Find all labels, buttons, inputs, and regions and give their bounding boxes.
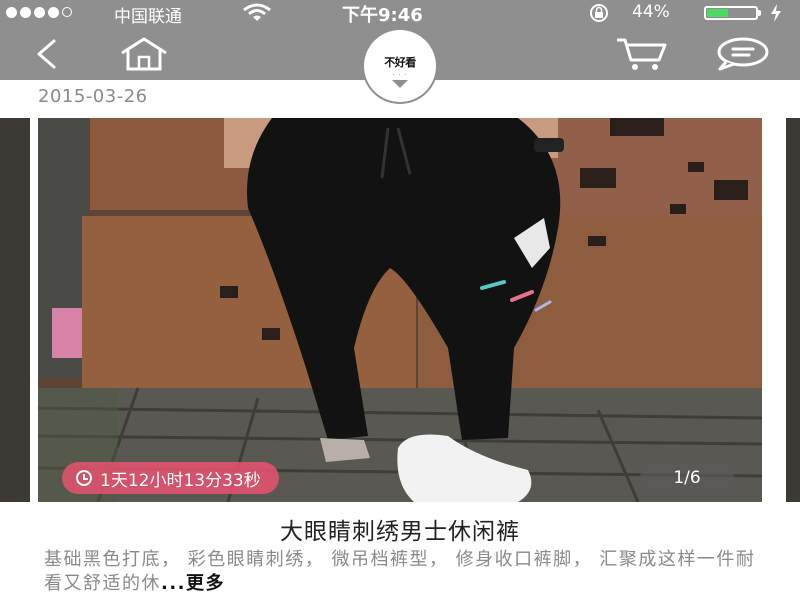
home-icon: [121, 37, 167, 71]
battery-percent: 44%: [632, 2, 670, 22]
status-bar: 中国联通 下午9:46 44%: [0, 0, 800, 28]
product-title: 大眼睛刺绣男士休闲裤: [280, 519, 520, 545]
wifi-icon: [242, 3, 272, 28]
cart-button[interactable]: [612, 34, 672, 74]
image-page-text: 1/6: [673, 468, 701, 488]
signal-strength-icon: [6, 7, 72, 18]
carrier-name: 中国联通: [114, 7, 182, 27]
home-button[interactable]: [116, 34, 172, 74]
back-chevron-icon: [37, 39, 56, 69]
sale-countdown-badge: 1天12小时13分33秒: [62, 462, 279, 494]
rotation-lock-icon: [588, 3, 610, 28]
product-image-carousel[interactable]: [38, 118, 762, 502]
battery-icon: [704, 6, 758, 20]
logo-pointer: [392, 80, 408, 88]
charging-icon: [770, 3, 782, 28]
product-photo: [38, 118, 762, 502]
chat-bubble-icon: [717, 37, 769, 71]
chat-button[interactable]: [712, 34, 772, 74]
brand-logo[interactable]: 不好看 · · ·: [364, 30, 436, 102]
more-link[interactable]: 更多: [186, 573, 225, 594]
next-slide-peek[interactable]: [786, 118, 800, 502]
previous-slide-peek[interactable]: [0, 118, 30, 502]
description-text: 基础黑色打底， 彩色眼睛刺绣， 微吊档裤型， 修身收口裤脚， 汇聚成这样一件耐看…: [44, 549, 756, 594]
product-description: 基础黑色打底， 彩色眼睛刺绣， 微吊档裤型， 修身收口裤脚， 汇聚成这样一件耐看…: [44, 548, 760, 596]
cart-icon: [617, 38, 667, 70]
clock-icon: [76, 470, 92, 486]
countdown-text: 1天12小时13分33秒: [100, 470, 261, 491]
logo-text: 不好看: [384, 55, 416, 69]
battery-cap: [758, 10, 761, 16]
status-time: 下午9:46: [342, 5, 423, 26]
back-button[interactable]: [26, 34, 66, 74]
post-date: 2015-03-26: [38, 86, 148, 107]
ellipsis: ...: [161, 573, 187, 594]
image-page-indicator: 1/6: [640, 462, 734, 494]
logo-subtext-mark: · · ·: [392, 71, 408, 79]
nav-bar: 不好看 · · ·: [0, 26, 800, 102]
